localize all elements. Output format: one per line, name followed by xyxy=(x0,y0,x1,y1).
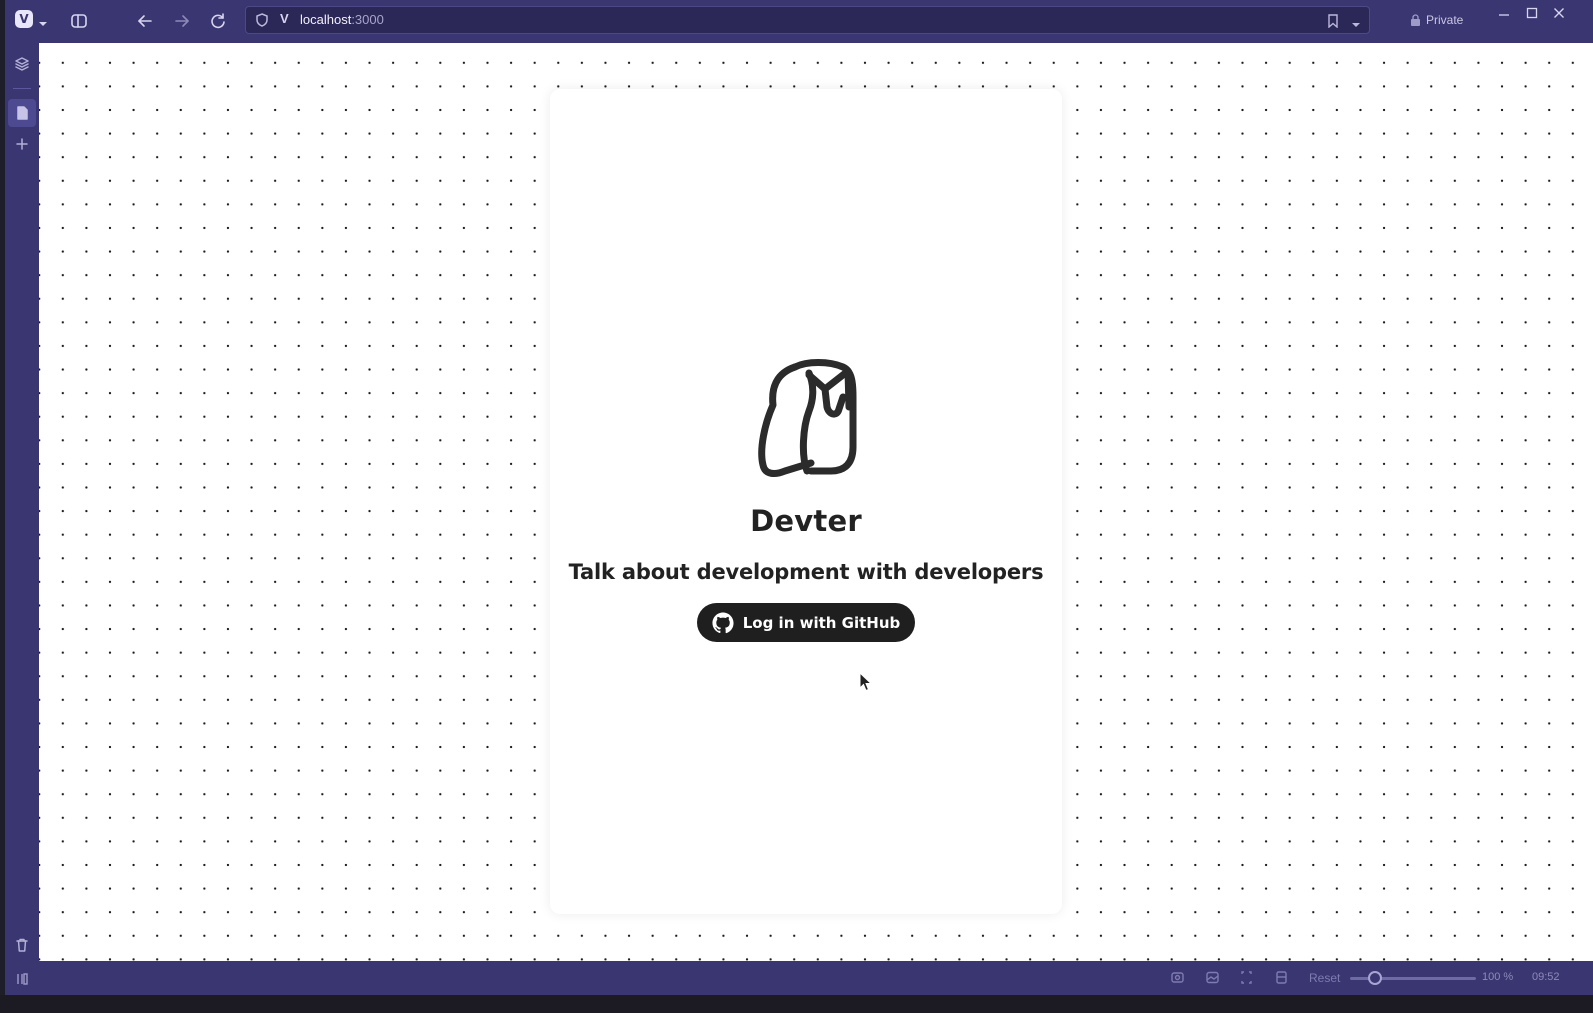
mouse-cursor-icon xyxy=(859,671,873,692)
site-info-icon[interactable]: V xyxy=(280,11,289,26)
page-tab-icon[interactable] xyxy=(12,103,32,123)
shield-icon[interactable] xyxy=(255,12,271,28)
capture-icon[interactable] xyxy=(1170,970,1186,986)
url-text[interactable]: localhost:3000 xyxy=(300,12,384,27)
github-login-button[interactable]: Log in with GitHub xyxy=(697,603,915,642)
page-actions-icon[interactable] xyxy=(1239,970,1255,986)
trash-icon[interactable] xyxy=(12,935,32,955)
zoom-reset-button[interactable]: Reset xyxy=(1309,971,1340,985)
clock: 09:52 xyxy=(1532,971,1560,983)
browser-toolbar: V V localhost:3000 Private xyxy=(5,0,1593,43)
bookmark-icon[interactable] xyxy=(1327,13,1341,29)
zoom-slider[interactable] xyxy=(1350,971,1476,985)
chevron-down-icon[interactable] xyxy=(1351,15,1361,27)
back-arrow-icon[interactable] xyxy=(133,9,157,33)
panel-toggle-icon[interactable] xyxy=(67,9,91,33)
browser-side-panel xyxy=(5,43,39,961)
lock-icon xyxy=(1411,14,1420,26)
close-icon[interactable] xyxy=(1553,4,1569,20)
vivaldi-menu-icon[interactable]: V xyxy=(15,10,33,28)
private-label: Private xyxy=(1426,13,1464,27)
desktop-taskbar-edge xyxy=(0,995,1593,1013)
browser-status-bar: Reset 100 % 09:52 xyxy=(5,961,1593,995)
login-button-label: Log in with GitHub xyxy=(742,613,901,632)
add-tab-icon[interactable] xyxy=(12,134,32,154)
side-panel-divider xyxy=(13,88,31,89)
minimize-icon[interactable] xyxy=(1498,4,1514,20)
login-card: Devter Talk about development with devel… xyxy=(550,89,1062,914)
panel-toggle-icon[interactable] xyxy=(15,971,31,987)
window-panel-icon[interactable] xyxy=(12,54,32,74)
forward-arrow-icon[interactable] xyxy=(170,9,194,33)
image-toggle-icon[interactable] xyxy=(1205,970,1221,986)
page-viewport: Devter Talk about development with devel… xyxy=(39,43,1593,961)
address-bar[interactable]: V localhost:3000 xyxy=(245,6,1370,34)
tiling-icon[interactable] xyxy=(1274,970,1290,986)
maximize-icon[interactable] xyxy=(1526,4,1542,20)
private-window-badge: Private xyxy=(1410,11,1463,29)
zoom-slider-thumb[interactable] xyxy=(1368,971,1383,985)
owl-logo-icon xyxy=(755,357,859,481)
menu-caret-icon[interactable] xyxy=(38,14,48,26)
reload-icon[interactable] xyxy=(206,9,230,33)
app-title: Devter xyxy=(750,504,862,538)
zoom-level: 100 % xyxy=(1482,971,1514,983)
github-icon xyxy=(712,611,734,634)
app-tagline: Talk about development with developers xyxy=(568,560,1044,584)
